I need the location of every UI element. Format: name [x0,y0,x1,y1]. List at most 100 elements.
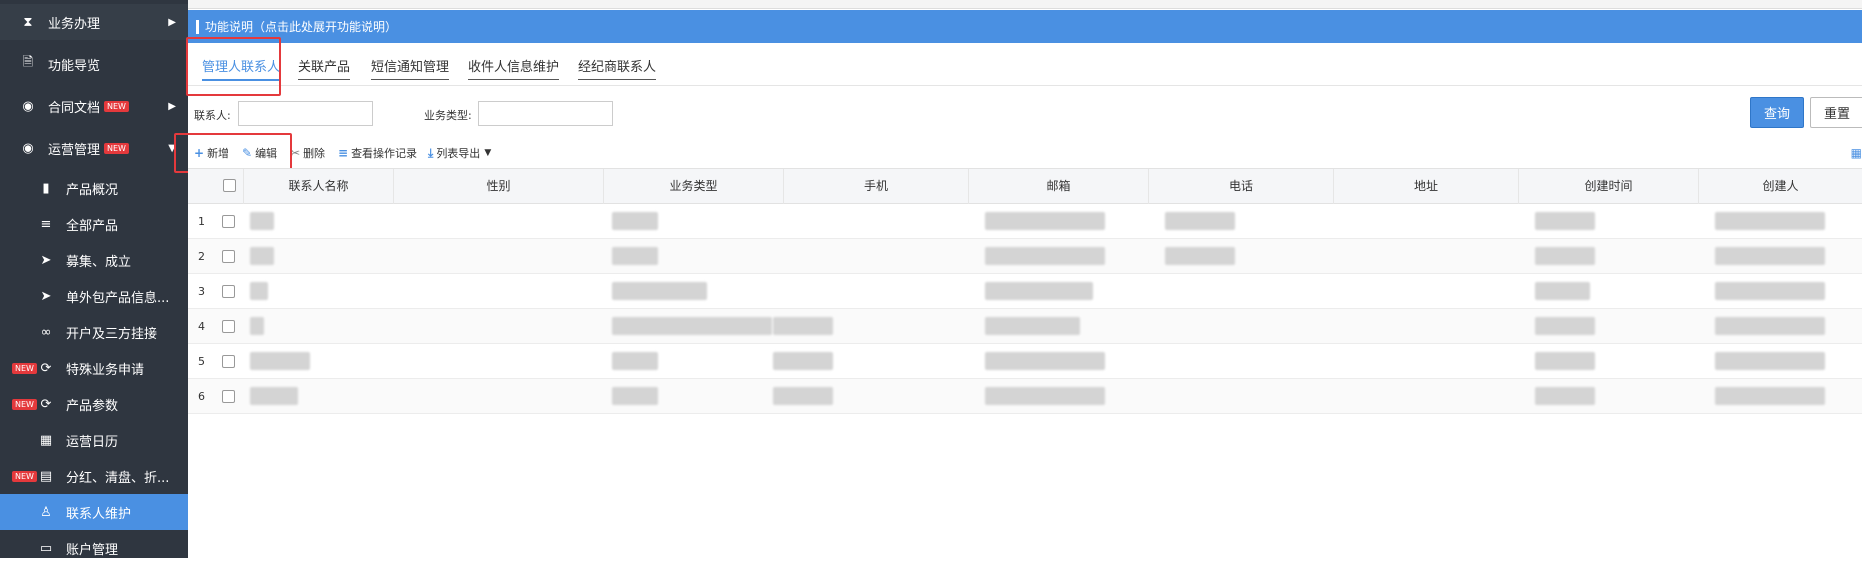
toolbar: + 新增 ✎ 编辑 ✂ 删除 ≡ 查看操作记录 ⤓ 列表导出 ▼ ▦ [188,140,1862,166]
sidebar-subitem-label: 全部产品 [66,218,119,234]
row-checkbox[interactable] [222,215,235,228]
tab-related-products[interactable]: 关联产品 [298,56,351,80]
row-checkbox[interactable] [222,390,235,403]
sidebar-subitem-contacts[interactable]: ♙ 联系人维护 [0,494,188,530]
sidebar-subitem-dividend[interactable]: NEW ▤ 分红、清盘、折... [0,458,188,494]
export-label: 列表导出 [436,147,481,160]
redacted-cell [1715,212,1825,230]
table-row[interactable]: 2 [188,239,1862,274]
sidebar-subitem-special-request[interactable]: NEW ⟳ 特殊业务申请 [0,350,188,386]
function-description-banner[interactable]: 功能说明（点击此处展开功能说明） [188,10,1862,43]
redacted-cell [1715,317,1825,335]
log-label: 查看操作记录 [351,147,418,160]
list-icon: ≡ [40,216,52,232]
new-badge: NEW [104,142,129,154]
redacted-cell [1535,387,1595,405]
chevron-right-icon: ▶ [168,16,176,28]
col-header[interactable]: 创建人 [1698,169,1862,204]
redacted-cell [250,387,298,405]
row-checkbox[interactable] [222,320,235,333]
export-button[interactable]: ⤓ 列表导出 ▼ [428,145,491,161]
row-checkbox[interactable] [222,250,235,263]
redacted-cell [1535,352,1595,370]
sidebar-subitem-accounts[interactable]: ▭ 账户管理 [0,530,188,566]
redacted-cell [773,352,833,370]
row-number: 2 [198,250,205,263]
reset-button[interactable]: 重置 [1810,97,1862,128]
redacted-cell [1535,317,1595,335]
delete-button[interactable]: ✂ 删除 [290,145,325,161]
table-row[interactable]: 4 [188,309,1862,344]
sidebar-item-business[interactable]: ⧗ 业务办理 ▶ [0,4,188,40]
send-icon: ➤ [40,252,52,268]
sidebar-subitem-raising[interactable]: ➤ 募集、成立 [0,242,188,278]
calculator-icon: ▤ [39,468,53,484]
sidebar-subitem-label: 账户管理 [66,542,119,558]
download-icon: ⤓ [428,145,434,160]
col-header[interactable]: 业务类型 [603,169,783,204]
sidebar-item-operations[interactable]: ◉ 运营管理 NEW ▼ [0,130,188,166]
col-header[interactable]: 邮箱 [968,169,1148,204]
col-header[interactable]: 手机 [783,169,968,204]
sidebar-subitem-label: 募集、成立 [66,254,132,270]
row-checkbox[interactable] [222,355,235,368]
compass-icon: ◉ [22,98,34,114]
refresh-icon: ⟳ [40,396,52,412]
redacted-cell [1715,247,1825,265]
sidebar-subitem-calendar[interactable]: ▦ 运营日历 [0,422,188,458]
sidebar-subitem-account-opening[interactable]: ∞ 开户及三方挂接 [0,314,188,350]
col-header[interactable]: 联系人名称 [243,169,393,204]
new-badge: NEW [12,362,37,374]
col-header[interactable]: 电话 [1148,169,1333,204]
redacted-cell [250,282,268,300]
sidebar-subitem-product-overview[interactable]: ▮ 产品概况 [0,170,188,206]
chevron-right-icon: ▶ [168,100,176,112]
redacted-cell [985,212,1105,230]
col-header[interactable]: 地址 [1333,169,1518,204]
sidebar-subitem-outsource[interactable]: ➤ 单外包产品信息... [0,278,188,314]
query-button[interactable]: 查询 [1750,97,1804,128]
sidebar-subitem-all-products[interactable]: ≡ 全部产品 [0,206,188,242]
redacted-cell [250,212,274,230]
row-number: 1 [198,215,205,228]
sidebar-subitem-label: 开户及三方挂接 [66,326,158,342]
sidebar-subitem-label: 特殊业务申请 [66,362,145,378]
redacted-cell [1165,212,1235,230]
row-checkbox[interactable] [222,285,235,298]
redacted-cell [773,317,833,335]
highlight-box-tab [186,37,281,96]
redacted-cell [250,352,310,370]
sidebar-item-contracts[interactable]: ◉ 合同文档 NEW ▶ [0,88,188,124]
tab-recipient-info[interactable]: 收件人信息维护 [468,56,560,80]
col-header[interactable]: 创建时间 [1518,169,1698,204]
tab-sms-notification[interactable]: 短信通知管理 [371,56,450,80]
tab-broker-contacts[interactable]: 经纪商联系人 [578,56,657,80]
table-row[interactable]: 6 [188,379,1862,414]
view-log-button[interactable]: ≡ 查看操作记录 [338,145,417,161]
document-icon: 🗎 [22,55,34,70]
sidebar-subitem-product-params[interactable]: NEW ⟳ 产品参数 [0,386,188,422]
list-icon: ≡ [338,146,349,160]
table-row[interactable]: 5 [188,344,1862,379]
sidebar-subitem-label: 运营日历 [66,434,119,450]
contact-input[interactable] [238,101,373,126]
sidebar-item-label: 运营管理 [48,142,101,158]
refresh-icon: ⟳ [40,360,52,376]
redacted-cell [1165,247,1235,265]
sidebar-item-label: 业务办理 [48,16,101,32]
col-header[interactable]: 性别 [393,169,603,204]
table-row[interactable]: 3 [188,274,1862,309]
row-number: 3 [198,285,205,298]
top-tab-strip [188,0,1862,9]
calendar-icon: ▦ [39,432,53,448]
redacted-cell [985,352,1105,370]
redacted-cell [612,387,658,405]
redacted-cell [1535,212,1595,230]
sidebar-item-guide[interactable]: 🗎 功能导览 [0,46,188,82]
redacted-cell [985,317,1080,335]
business-type-input[interactable] [478,101,613,126]
highlight-box-toolbar [174,133,292,173]
select-all-checkbox[interactable] [223,179,236,192]
table-row[interactable]: 1 [188,204,1862,239]
grid-view-icon[interactable]: ▦ [1851,146,1862,160]
